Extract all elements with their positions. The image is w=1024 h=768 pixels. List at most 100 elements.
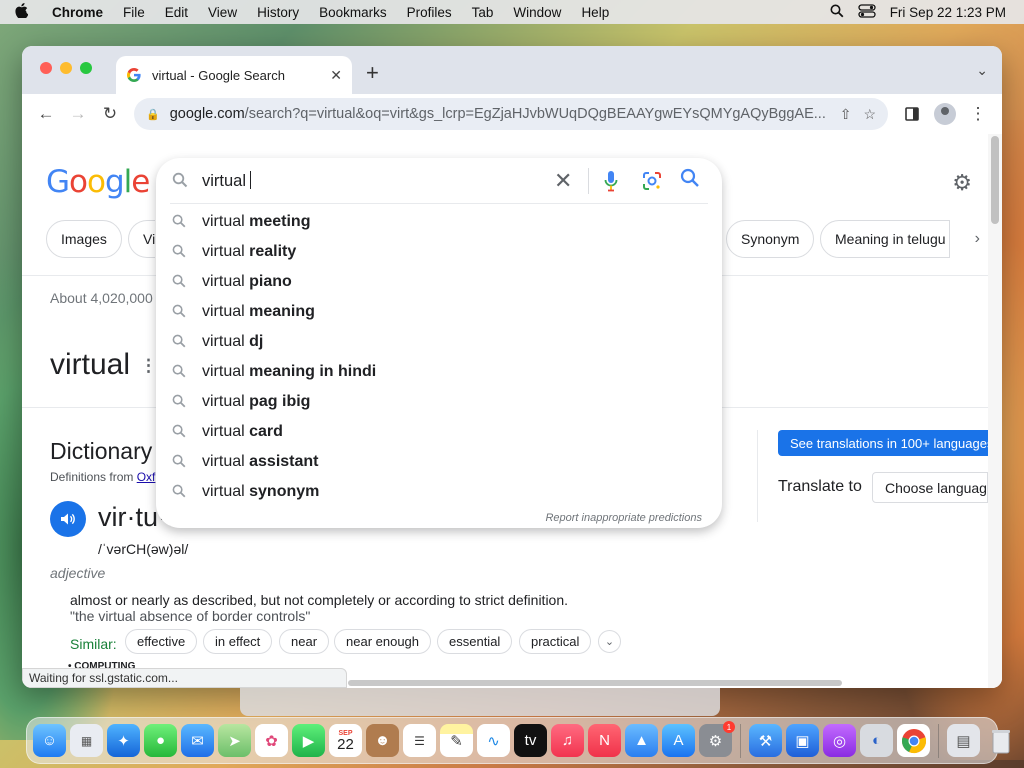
suggestion-item[interactable]: virtual reality bbox=[156, 237, 722, 267]
messages-icon[interactable]: ● bbox=[144, 724, 177, 757]
suggestion-item[interactable]: virtual meaning in hindi bbox=[156, 357, 722, 387]
news-icon[interactable]: N bbox=[588, 724, 621, 757]
xcode-icon[interactable]: ⚒ bbox=[749, 724, 782, 757]
suggestion-item[interactable]: virtual synonym bbox=[156, 477, 722, 507]
similar-label: Similar: bbox=[70, 636, 117, 652]
bookmark-star-icon[interactable]: ☆ bbox=[863, 106, 876, 123]
settings-gear-icon[interactable]: ⚙ bbox=[952, 170, 972, 196]
report-predictions-link[interactable]: Report inappropriate predictions bbox=[545, 512, 702, 524]
freeform-icon[interactable]: ∿ bbox=[477, 724, 510, 757]
chip-label: Vi bbox=[143, 231, 156, 247]
contacts-icon[interactable]: ☻ bbox=[366, 724, 399, 757]
expand-similar-chevron-icon[interactable]: ⌄ bbox=[598, 630, 621, 653]
forward-arrow-icon[interactable]: → bbox=[64, 100, 92, 128]
menu-tab[interactable]: Tab bbox=[462, 5, 504, 20]
suggestion-item[interactable]: virtual meaning bbox=[156, 297, 722, 327]
suggestion-item[interactable]: virtual card bbox=[156, 417, 722, 447]
new-tab-plus-icon[interactable]: + bbox=[366, 60, 379, 86]
similar-word-chip[interactable]: in effect bbox=[203, 629, 273, 654]
chips-next-chevron-icon[interactable]: › bbox=[975, 230, 980, 248]
dictionary-source-link[interactable]: Oxf bbox=[137, 470, 156, 484]
pronunciation-speaker-icon[interactable] bbox=[50, 501, 86, 537]
similar-word-chip[interactable]: near bbox=[279, 629, 330, 654]
clear-search-icon[interactable]: ✕ bbox=[554, 168, 572, 194]
close-window-button[interactable] bbox=[40, 62, 52, 74]
zoom-window-button[interactable] bbox=[80, 62, 92, 74]
chip-synonym[interactable]: Synonym bbox=[726, 220, 815, 258]
query-title: virtual bbox=[50, 348, 131, 381]
divider bbox=[757, 430, 758, 522]
chip-meaning-in-telugu[interactable]: Meaning in telugu bbox=[820, 220, 950, 258]
menu-edit[interactable]: Edit bbox=[155, 5, 198, 20]
vertical-scroll-thumb[interactable] bbox=[991, 136, 999, 224]
search-input[interactable]: virtual bbox=[202, 171, 252, 191]
tab-google-search[interactable]: virtual - Google Search ✕ bbox=[116, 56, 352, 94]
share-icon[interactable]: ⇧ bbox=[840, 106, 852, 123]
reload-icon[interactable]: ↻ bbox=[96, 100, 124, 128]
similar-word-chip[interactable]: near enough bbox=[334, 629, 432, 654]
close-tab-icon[interactable]: ✕ bbox=[330, 67, 342, 84]
menu-view[interactable]: View bbox=[198, 5, 247, 20]
menu-bookmarks[interactable]: Bookmarks bbox=[309, 5, 397, 20]
horizontal-scroll-thumb[interactable] bbox=[348, 680, 842, 686]
choose-language-select[interactable]: Choose language bbox=[872, 472, 988, 503]
trash-icon[interactable] bbox=[984, 724, 1017, 757]
menu-clock[interactable]: Fri Sep 22 1:23 PM bbox=[890, 5, 1006, 20]
downloads-stack-icon[interactable]: ▤ bbox=[947, 724, 980, 757]
preview-icon[interactable]: ◐ bbox=[860, 724, 893, 757]
menu-help[interactable]: Help bbox=[571, 5, 619, 20]
photos-icon[interactable]: ✿ bbox=[255, 724, 288, 757]
kebab-menu-icon[interactable]: ⋮ bbox=[964, 100, 992, 128]
reminders-icon[interactable]: ☰ bbox=[403, 724, 436, 757]
similar-word-chip[interactable]: practical bbox=[519, 629, 592, 654]
lock-icon[interactable]: 🔒 bbox=[146, 108, 160, 121]
maps-icon[interactable]: ➤ bbox=[218, 724, 251, 757]
menu-app-name[interactable]: Chrome bbox=[42, 5, 113, 20]
suggestion-item[interactable]: virtual dj bbox=[156, 327, 722, 357]
chip-partial[interactable]: Vi bbox=[128, 220, 156, 258]
podcasts-icon[interactable]: ◎ bbox=[823, 724, 856, 757]
address-url[interactable]: google.com/search?q=virtual&oq=virt&gs_l… bbox=[170, 106, 828, 122]
minimize-window-button[interactable] bbox=[60, 62, 72, 74]
control-center-icon[interactable] bbox=[858, 3, 876, 21]
back-arrow-icon[interactable]: ← bbox=[32, 100, 60, 128]
address-bar[interactable]: 🔒 google.com/search?q=virtual&oq=virt&gs… bbox=[134, 98, 888, 130]
tab-search-chevron-icon[interactable]: ⌄ bbox=[976, 62, 988, 79]
spotlight-search-icon[interactable] bbox=[830, 4, 844, 21]
simulator-icon[interactable]: ▣ bbox=[786, 724, 819, 757]
facetime-icon[interactable]: ▶ bbox=[292, 724, 325, 757]
mail-icon[interactable]: ✉ bbox=[181, 724, 214, 757]
google-logo[interactable]: Google bbox=[46, 164, 150, 200]
side-panel-icon[interactable] bbox=[898, 100, 926, 128]
vertical-scrollbar[interactable] bbox=[988, 134, 1002, 688]
profile-avatar-icon[interactable] bbox=[934, 103, 956, 125]
suggestion-item[interactable]: virtual assistant bbox=[156, 447, 722, 477]
google-lens-icon[interactable] bbox=[641, 170, 663, 192]
safari-icon[interactable]: ✦ bbox=[107, 724, 140, 757]
apple-menu-icon[interactable] bbox=[0, 2, 42, 22]
keynote-icon[interactable]: ▲ bbox=[625, 724, 658, 757]
similar-word-chip[interactable]: essential bbox=[437, 629, 513, 654]
more-options-icon[interactable]: ⋮ bbox=[140, 356, 157, 376]
voice-search-mic-icon[interactable] bbox=[604, 170, 618, 192]
chrome-icon[interactable] bbox=[897, 724, 930, 757]
menu-window[interactable]: Window bbox=[503, 5, 571, 20]
menu-file[interactable]: File bbox=[113, 5, 155, 20]
notes-icon[interactable]: ✎ bbox=[440, 724, 473, 757]
apple-tv-icon[interactable]: tv bbox=[514, 724, 547, 757]
menu-profiles[interactable]: Profiles bbox=[397, 5, 462, 20]
finder-icon[interactable]: ☺ bbox=[33, 724, 66, 757]
music-icon[interactable]: ♫ bbox=[551, 724, 584, 757]
app-store-icon[interactable]: A bbox=[662, 724, 695, 757]
similar-word-chip[interactable]: effective bbox=[125, 629, 198, 654]
calendar-icon[interactable]: SEP 22 bbox=[329, 724, 362, 757]
chip-images[interactable]: Images bbox=[46, 220, 122, 258]
submit-search-icon[interactable] bbox=[680, 168, 700, 194]
launchpad-icon[interactable]: ▦ bbox=[70, 724, 103, 757]
suggestion-item[interactable]: virtual meeting bbox=[156, 207, 722, 237]
suggestion-item[interactable]: virtual piano bbox=[156, 267, 722, 297]
suggestion-item[interactable]: virtual pag ibig bbox=[156, 387, 722, 417]
menu-history[interactable]: History bbox=[247, 5, 309, 20]
system-settings-icon[interactable]: ⚙ 1 bbox=[699, 721, 735, 757]
see-translations-button[interactable]: See translations in 100+ languages bbox=[778, 430, 988, 456]
